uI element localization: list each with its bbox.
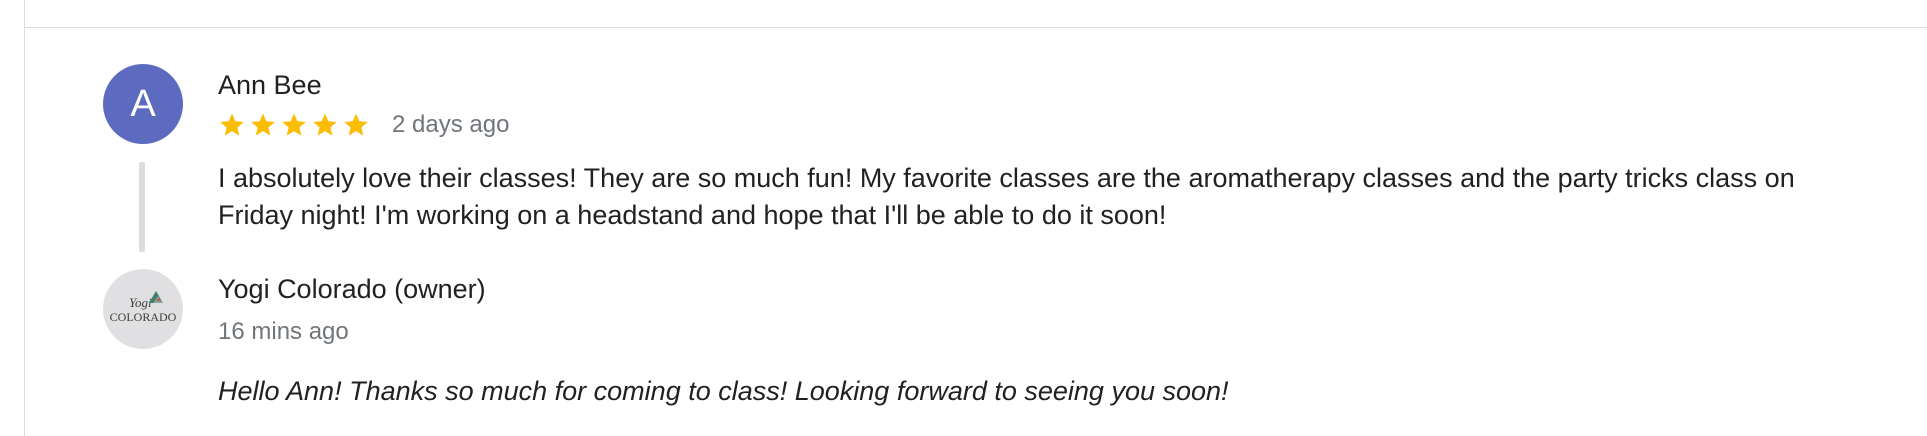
reviewer-name[interactable]: Ann Bee xyxy=(218,68,322,102)
top-divider xyxy=(25,27,1927,28)
logo-script-text: Yogi xyxy=(129,295,152,310)
star-rating xyxy=(218,111,370,139)
review-text: I absolutely love their classes! They ar… xyxy=(218,163,1795,230)
logo-colorado-text: COLORADO xyxy=(110,310,177,324)
review-card: A Ann Bee 2 days ago I absolutely love t… xyxy=(24,0,1927,436)
reviewer-avatar-initial: A xyxy=(130,82,156,125)
star-icon xyxy=(251,113,275,136)
reviewer-avatar[interactable]: A xyxy=(103,64,183,144)
review-time: 2 days ago xyxy=(392,111,510,138)
star-icon xyxy=(344,113,368,136)
star-icon xyxy=(313,113,337,136)
owner-name[interactable]: Yogi Colorado (owner) xyxy=(218,272,486,306)
star-icon xyxy=(282,113,306,136)
owner-avatar[interactable]: Yogi COLORADO xyxy=(103,269,183,349)
yogi-colorado-logo: Yogi COLORADO xyxy=(110,291,177,324)
reply-time: 16 mins ago xyxy=(218,318,349,345)
thread-connector-line xyxy=(139,162,145,252)
owner-reply-text: Hello Ann! Thanks so much for coming to … xyxy=(218,376,1229,406)
star-icon xyxy=(220,113,244,136)
review-meta: 2 days ago xyxy=(218,109,509,141)
